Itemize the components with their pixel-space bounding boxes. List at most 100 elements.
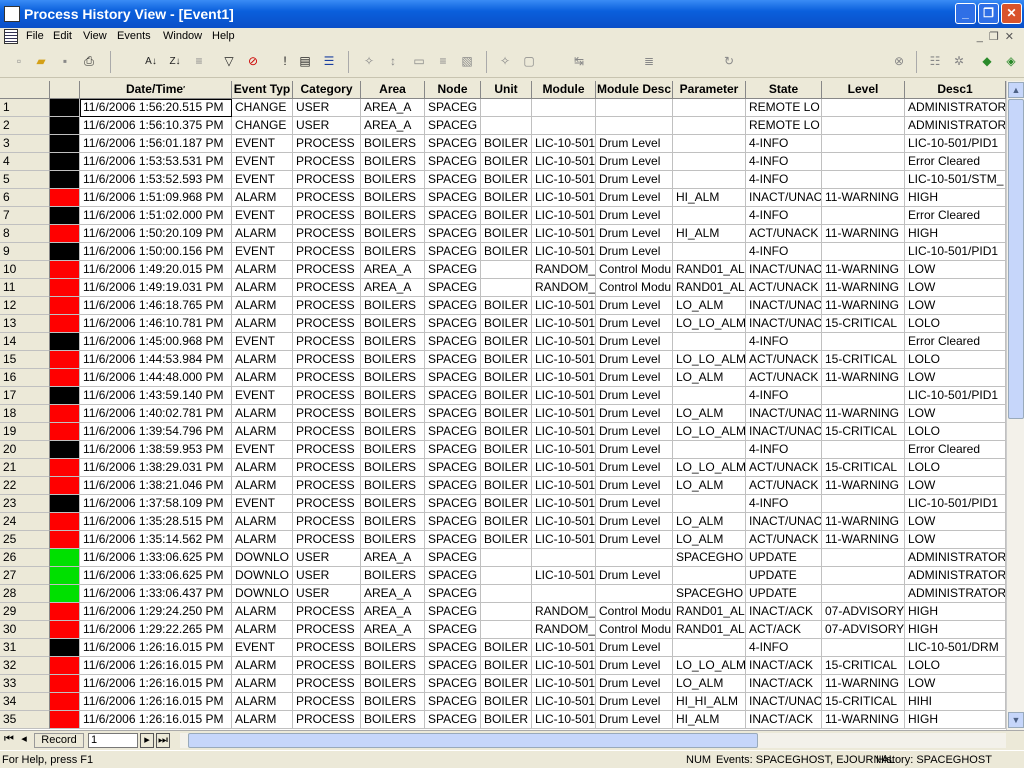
sort-ascending-icon[interactable]: A↓: [142, 53, 160, 70]
table-row[interactable]: 21 11/6/2006 1:38:29.031 PM ALARM PROCESS BO…: [0, 459, 1006, 477]
cell-row-number[interactable]: 24: [0, 513, 50, 531]
disabled-tool-3-icon[interactable]: ▭: [410, 53, 428, 70]
connect-icon[interactable]: ◆: [978, 53, 996, 70]
table-row[interactable]: 6 11/6/2006 1:51:09.968 PM ALARM PROCESS BOI…: [0, 189, 1006, 207]
menu-view[interactable]: View: [83, 30, 107, 42]
cell-row-number[interactable]: 30: [0, 621, 50, 639]
column-header-area[interactable]: Area: [361, 81, 425, 99]
cell-row-number[interactable]: 29: [0, 603, 50, 621]
table-row[interactable]: 20 11/6/2006 1:38:59.953 PM EVENT PROCESS BO…: [0, 441, 1006, 459]
table-row[interactable]: 18 11/6/2006 1:40:02.781 PM ALARM PROCESS BO…: [0, 405, 1006, 423]
column-header-row-number[interactable]: [0, 81, 50, 99]
table-row[interactable]: 19 11/6/2006 1:39:54.796 PM ALARM PROCESS BO…: [0, 423, 1006, 441]
network-icon[interactable]: ◈: [1002, 53, 1020, 70]
disabled-tool-5-icon[interactable]: ▧: [458, 53, 476, 70]
cell-row-number[interactable]: 16: [0, 369, 50, 387]
table-row[interactable]: 35 11/6/2006 1:26:16.015 PM ALARM PROCESS BO…: [0, 711, 1006, 729]
disabled-tool-9-icon[interactable]: ≣: [640, 53, 658, 70]
disabled-tool-11-icon[interactable]: ⊗: [890, 53, 908, 70]
table-row[interactable]: 1 11/6/2006 1:56:20.515 PM CHANGE USER AREA_…: [0, 99, 1006, 117]
cell-row-number[interactable]: 7: [0, 207, 50, 225]
cell-row-number[interactable]: 6: [0, 189, 50, 207]
cell-row-number[interactable]: 25: [0, 531, 50, 549]
disabled-tool-6-icon[interactable]: ✧: [496, 53, 514, 70]
table-row[interactable]: 14 11/6/2006 1:45:00.968 PM EVENT PROCESS BO…: [0, 333, 1006, 351]
horizontal-scrollbar[interactable]: [180, 733, 1006, 748]
table-row[interactable]: 5 11/6/2006 1:53:52.593 PM EVENT PROCESS BOI…: [0, 171, 1006, 189]
table-row[interactable]: 15 11/6/2006 1:44:53.984 PM ALARM PROCESS BO…: [0, 351, 1006, 369]
column-header-event-type[interactable]: Event Typ: [232, 81, 293, 99]
column-header-module[interactable]: Module: [532, 81, 596, 99]
filter-edit-icon[interactable]: ▽: [220, 53, 238, 70]
column-header-color-swatch[interactable]: [50, 81, 80, 99]
table-row[interactable]: 34 11/6/2006 1:26:16.015 PM ALARM PROCESS BO…: [0, 693, 1006, 711]
filter-clear-icon[interactable]: ⊘: [244, 53, 262, 70]
vertical-scroll-thumb[interactable]: [1008, 99, 1024, 419]
minimize-button[interactable]: _: [955, 3, 976, 24]
new-icon[interactable]: ▫: [10, 53, 28, 70]
table-row[interactable]: 30 11/6/2006 1:29:22.265 PM ALARM PROCESS AR…: [0, 621, 1006, 639]
table-row[interactable]: 25 11/6/2006 1:35:14.562 PM ALARM PROCESS BO…: [0, 531, 1006, 549]
previous-record-icon[interactable]: ◂: [18, 733, 30, 748]
table-row[interactable]: 8 11/6/2006 1:50:20.109 PM ALARM PROCESS BOI…: [0, 225, 1006, 243]
table-row[interactable]: 31 11/6/2006 1:26:16.015 PM EVENT PROCESS BO…: [0, 639, 1006, 657]
disabled-tool-8-icon[interactable]: ↹: [570, 53, 588, 70]
table-row[interactable]: 10 11/6/2006 1:49:20.015 PM ALARM PROCESS AR…: [0, 261, 1006, 279]
table-row[interactable]: 2 11/6/2006 1:56:10.375 PM CHANGE USER AREA_…: [0, 117, 1006, 135]
close-button[interactable]: ✕: [1001, 3, 1022, 24]
print-icon[interactable]: ⎙: [80, 53, 98, 70]
cell-row-number[interactable]: 5: [0, 171, 50, 189]
cell-row-number[interactable]: 26: [0, 549, 50, 567]
save-icon[interactable]: ▪: [56, 53, 74, 70]
list-icon[interactable]: ☰: [320, 53, 338, 70]
menu-help[interactable]: Help: [212, 30, 235, 42]
horizontal-scroll-thumb[interactable]: [188, 733, 758, 748]
cell-row-number[interactable]: 31: [0, 639, 50, 657]
table-row[interactable]: 33 11/6/2006 1:26:16.015 PM ALARM PROCESS BO…: [0, 675, 1006, 693]
disabled-tool-1-icon[interactable]: ✧: [360, 53, 378, 70]
cell-row-number[interactable]: 17: [0, 387, 50, 405]
column-header-unit[interactable]: Unit: [481, 81, 532, 99]
cell-row-number[interactable]: 4: [0, 153, 50, 171]
disabled-tool-4-icon[interactable]: ≡: [434, 53, 452, 70]
vertical-scrollbar[interactable]: ▲ ▼: [1006, 81, 1024, 730]
mdi-controls[interactable]: _❐✕: [977, 30, 1020, 43]
column-header-category[interactable]: Category: [293, 81, 361, 99]
table-row[interactable]: 4 11/6/2006 1:53:53.531 PM EVENT PROCESS BOI…: [0, 153, 1006, 171]
cell-row-number[interactable]: 22: [0, 477, 50, 495]
sort-clear-icon[interactable]: ≡: [190, 53, 208, 70]
table-row[interactable]: 3 11/6/2006 1:56:01.187 PM EVENT PROCESS BOI…: [0, 135, 1006, 153]
cell-row-number[interactable]: 12: [0, 297, 50, 315]
column-header-node[interactable]: Node: [425, 81, 481, 99]
print-preview-icon[interactable]: ▤: [296, 53, 314, 70]
column-header-desc1[interactable]: Desc1: [905, 81, 1006, 99]
column-header-module-desc[interactable]: Module Desc: [596, 81, 673, 99]
document-icon[interactable]: [4, 29, 18, 44]
columns-icon[interactable]: ☷: [926, 53, 944, 70]
cell-row-number[interactable]: 20: [0, 441, 50, 459]
table-row[interactable]: 28 11/6/2006 1:33:06.437 PM DOWNLO USER AREA…: [0, 585, 1006, 603]
cell-row-number[interactable]: 3: [0, 135, 50, 153]
table-row[interactable]: 26 11/6/2006 1:33:06.625 PM DOWNLO USER AREA…: [0, 549, 1006, 567]
column-header-date-time[interactable]: Date/Time′: [80, 81, 232, 99]
last-record-icon[interactable]: ⏭: [156, 733, 170, 748]
cell-row-number[interactable]: 11: [0, 279, 50, 297]
cell-row-number[interactable]: 9: [0, 243, 50, 261]
table-row[interactable]: 13 11/6/2006 1:46:10.781 PM ALARM PROCESS BO…: [0, 315, 1006, 333]
table-row[interactable]: 7 11/6/2006 1:51:02.000 PM EVENT PROCESS BOI…: [0, 207, 1006, 225]
cell-row-number[interactable]: 14: [0, 333, 50, 351]
table-row[interactable]: 17 11/6/2006 1:43:59.140 PM EVENT PROCESS BO…: [0, 387, 1006, 405]
cell-row-number[interactable]: 18: [0, 405, 50, 423]
first-record-icon[interactable]: ⏮: [3, 733, 15, 748]
table-row[interactable]: 16 11/6/2006 1:44:48.000 PM ALARM PROCESS BO…: [0, 369, 1006, 387]
cell-row-number[interactable]: 33: [0, 675, 50, 693]
sort-descending-icon[interactable]: Z↓: [166, 53, 184, 70]
alert-icon[interactable]: !: [276, 53, 294, 70]
table-row[interactable]: 11 11/6/2006 1:49:19.031 PM ALARM PROCESS AR…: [0, 279, 1006, 297]
cell-row-number[interactable]: 34: [0, 693, 50, 711]
column-header-level[interactable]: Level: [822, 81, 905, 99]
cell-row-number[interactable]: 23: [0, 495, 50, 513]
cell-row-number[interactable]: 2: [0, 117, 50, 135]
disabled-tool-2-icon[interactable]: ↕: [384, 53, 402, 70]
cell-row-number[interactable]: 32: [0, 657, 50, 675]
